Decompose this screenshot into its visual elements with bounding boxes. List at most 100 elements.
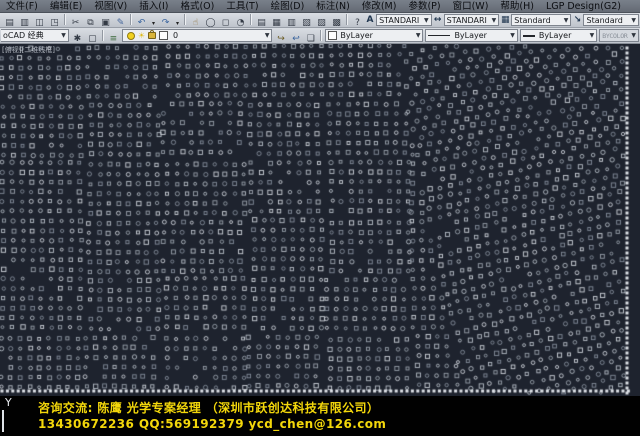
lineweight-select[interactable]: ByLayer ▼ xyxy=(520,29,597,42)
chevron-down-icon: ▼ xyxy=(413,32,421,39)
dim-style-select[interactable]: STANDARI ▼ xyxy=(444,14,500,26)
color-swatch-icon xyxy=(328,31,337,40)
toolbar-separator xyxy=(64,14,66,25)
help-icon[interactable]: ? xyxy=(351,17,364,28)
menu-item-5[interactable]: 格式(O) xyxy=(174,0,220,13)
table-style-icon[interactable]: ▦ xyxy=(500,15,510,25)
lineweight-sample-icon xyxy=(523,35,535,37)
drawing-area[interactable]: [俯视][二维线框] 咨询交流: 陈鹰 光学专案经理 （深圳市跃创达科技有限公司… xyxy=(0,44,640,436)
copy-icon[interactable]: ⧉ xyxy=(84,17,97,28)
multileader-style-value: Standard xyxy=(586,16,622,25)
menu-item-2[interactable]: 编辑(E) xyxy=(44,0,88,13)
designcenter-icon[interactable]: ▦ xyxy=(270,17,283,28)
redo-dropdown-icon[interactable]: ▾ xyxy=(174,17,181,28)
color-value: ByLayer xyxy=(340,31,373,40)
undo-dropdown-icon[interactable]: ▾ xyxy=(150,17,157,28)
menu-item-8[interactable]: 标注(N) xyxy=(310,0,356,13)
quickcalc-icon[interactable]: ▩ xyxy=(330,17,343,28)
table-style-select[interactable]: Standard ▼ xyxy=(511,14,571,26)
publish-icon[interactable]: ◳ xyxy=(48,17,61,28)
layer-lock-icon xyxy=(148,32,156,39)
linetype-value: ByLayer xyxy=(454,31,487,40)
sheet-set-manager-icon[interactable]: ▧ xyxy=(300,17,313,28)
chevron-down-icon: ▼ xyxy=(561,17,569,24)
menu-item-13[interactable]: LGP Design(G2) xyxy=(540,0,627,13)
menu-item-11[interactable]: 窗口(W) xyxy=(447,0,495,13)
layer-manager-icons: ≡ xyxy=(106,28,121,44)
tool-palettes-icon[interactable]: ▥ xyxy=(285,17,298,28)
plot-style-select: BYCOLOR ▼ xyxy=(599,29,639,42)
layer-thaw-sun-icon: ☀ xyxy=(138,31,145,40)
pan-icon[interactable]: ☝ xyxy=(189,17,202,28)
workspace-select[interactable]: oCAD 经典 ▼ xyxy=(1,29,69,42)
menu-item-4[interactable]: 插入(I) xyxy=(133,0,174,13)
table-style-value: Standard xyxy=(514,16,550,25)
match-properties-icon[interactable]: ✎ xyxy=(114,17,127,28)
layer-properties-manager-icon[interactable]: ≡ xyxy=(107,33,120,45)
layer-previous-icon[interactable]: ↩ xyxy=(289,33,302,45)
toolbar-separator xyxy=(250,14,252,25)
layer-select[interactable]: ☀ 0 ▼ xyxy=(122,29,273,42)
chevron-down-icon: ▼ xyxy=(262,32,270,39)
workspace-icons: ✱▢ xyxy=(70,28,100,44)
chevron-down-icon: ▼ xyxy=(628,17,636,24)
viewport-controls[interactable]: [俯视][二维线框] xyxy=(2,45,55,55)
chevron-down-icon: ▼ xyxy=(489,17,497,24)
linetype-sample-icon xyxy=(428,35,450,36)
menu-item-9[interactable]: 修改(M) xyxy=(356,0,403,13)
menu-item-1[interactable]: 文件(F) xyxy=(0,0,44,13)
multileader-style-select[interactable]: Standard ▼ xyxy=(583,14,639,26)
plot-icon[interactable]: ▥ xyxy=(18,17,31,28)
menu-item-3[interactable]: 视图(V) xyxy=(88,0,133,13)
zoom-previous-icon[interactable]: ◔ xyxy=(234,17,247,28)
layer-states-icon[interactable]: ❏ xyxy=(304,33,317,45)
toolbar-separator xyxy=(102,30,104,41)
color-select[interactable]: ByLayer ▼ xyxy=(325,29,423,42)
dim-style-icon[interactable]: ↔ xyxy=(433,15,443,25)
ucs-icon: Y xyxy=(0,394,20,436)
ucs-y-axis xyxy=(2,410,4,432)
contact-line-2: 13430672236 QQ:569192379 ycd_chen@126.co… xyxy=(38,417,386,431)
make-object-layer-current-icon[interactable]: ↪ xyxy=(274,33,287,45)
autocad-window: 文件(F)编辑(E)视图(V)插入(I)格式(O)工具(T)绘图(D)标注(N)… xyxy=(0,0,640,436)
undo-icon[interactable]: ↶ xyxy=(135,17,148,28)
layer-color-swatch xyxy=(159,31,168,40)
chevron-down-icon: ▼ xyxy=(507,32,515,39)
chevron-down-icon: ▼ xyxy=(58,32,66,39)
redo-icon[interactable]: ↷ xyxy=(159,17,172,28)
save-workspace-icon[interactable]: ▢ xyxy=(86,33,99,45)
standard-toolbar: ▤▥◫◳✂⧉▣✎↶▾↷▾☝◯◻◔▤▦▥▧▨▩? A STANDARI ▼ ↔ S… xyxy=(0,13,640,28)
linetype-select[interactable]: ByLayer ▼ xyxy=(425,29,517,42)
paste-icon[interactable]: ▣ xyxy=(99,17,112,28)
plot-preview-icon[interactable]: ◫ xyxy=(33,17,46,28)
menu-item-6[interactable]: 工具(T) xyxy=(220,0,264,13)
workspace-settings-gear-icon[interactable]: ✱ xyxy=(71,33,84,45)
plot-style-value: BYCOLOR xyxy=(602,32,627,40)
text-style-icon[interactable]: A xyxy=(365,15,375,25)
properties-icon[interactable]: ▤ xyxy=(255,17,268,28)
toolbar-separator xyxy=(320,30,322,41)
menu-item-12[interactable]: 帮助(H) xyxy=(494,0,540,13)
zoom-realtime-icon[interactable]: ◯ xyxy=(204,17,217,28)
layer-tools: ↪↩❏ xyxy=(273,28,318,44)
dim-style-value: STANDARI xyxy=(447,16,487,25)
chevron-down-icon: ▼ xyxy=(421,17,429,24)
menu-item-10[interactable]: 参数(P) xyxy=(402,0,446,13)
ucs-y-label: Y xyxy=(5,396,12,409)
markup-set-manager-icon[interactable]: ▨ xyxy=(315,17,328,28)
layers-properties-toolbar: oCAD 经典 ▼ ✱▢ ≡ ☀ 0 ▼ ↪↩❏ ByLayer ▼ ByLay… xyxy=(0,28,640,44)
layer-on-bulb-icon xyxy=(127,32,135,40)
menu-bar: 文件(F)编辑(E)视图(V)插入(I)格式(O)工具(T)绘图(D)标注(N)… xyxy=(0,0,640,13)
zoom-window-icon[interactable]: ◻ xyxy=(219,17,232,28)
lgp-dot-pattern[interactable] xyxy=(0,44,640,436)
cut-icon[interactable]: ✂ xyxy=(69,17,82,28)
multileader-style-icon[interactable]: ↘ xyxy=(572,15,582,25)
layer-name: 0 xyxy=(173,31,178,40)
menu-item-7[interactable]: 绘图(D) xyxy=(265,0,311,13)
chevron-down-icon: ▼ xyxy=(628,32,636,39)
standard-toolbar-icons: ▤▥◫◳✂⧉▣✎↶▾↷▾☝◯◻◔▤▦▥▧▨▩? xyxy=(2,13,365,28)
text-style-select[interactable]: STANDARI ▼ xyxy=(376,14,432,26)
chevron-down-icon: ▼ xyxy=(587,32,595,39)
save-icon[interactable]: ▤ xyxy=(3,17,16,28)
toolbar-separator xyxy=(184,14,186,25)
